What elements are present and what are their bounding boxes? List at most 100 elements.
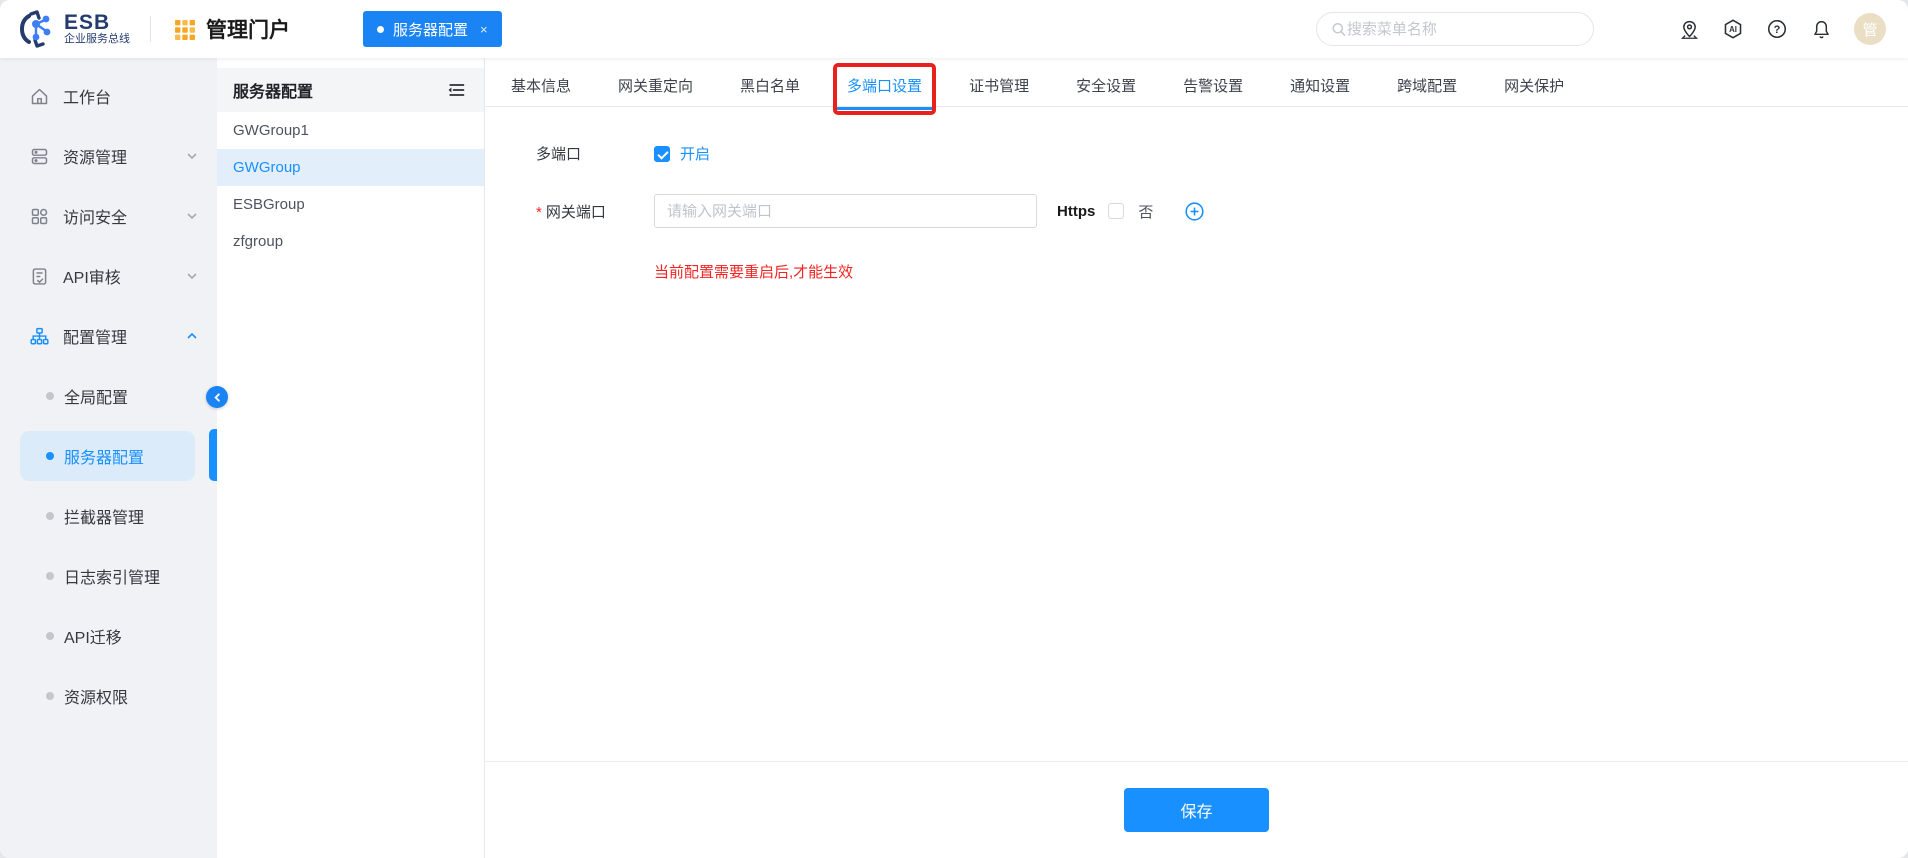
sidebar-item-config-management[interactable]: 配置管理 bbox=[0, 306, 217, 366]
tab-basic-info[interactable]: 基本信息 bbox=[511, 67, 571, 108]
search-input[interactable] bbox=[1347, 21, 1579, 38]
location-icon[interactable] bbox=[1678, 18, 1700, 40]
tab-gateway-redirect[interactable]: 网关重定向 bbox=[618, 67, 693, 108]
portal-block: 管理门户 bbox=[173, 14, 290, 44]
sidebar-subitem-api-migration[interactable]: API迁移 bbox=[0, 606, 217, 666]
brand-logo: ESB 企业服务总线 bbox=[0, 10, 130, 48]
main-content: 基本信息 网关重定向 黑白名单 多端口设置 证书管理 安全设置 告警设置 通知设… bbox=[485, 58, 1908, 858]
sidebar-item-workbench[interactable]: 工作台 bbox=[0, 66, 217, 126]
menu-fold-icon[interactable] bbox=[446, 80, 466, 100]
help-icon[interactable]: ? bbox=[1766, 18, 1788, 40]
gateway-port-label: *网关端口 bbox=[536, 201, 654, 222]
audit-icon bbox=[29, 266, 50, 287]
server-group-item-selected[interactable]: GWGroup bbox=[217, 149, 484, 186]
header-divider bbox=[150, 16, 151, 42]
home-icon bbox=[29, 86, 50, 107]
sidebar-item-resources[interactable]: 资源管理 bbox=[0, 126, 217, 186]
sidebar-item-access-security[interactable]: 访问安全 bbox=[0, 186, 217, 246]
form-footer: 保存 bbox=[485, 761, 1908, 858]
sidebar-subitem-label: 资源权限 bbox=[64, 684, 128, 708]
https-checkbox[interactable] bbox=[1108, 203, 1124, 219]
sidebar: 工作台 资源管理 访问安全 bbox=[0, 58, 217, 858]
svg-text:?: ? bbox=[1774, 24, 1781, 36]
sidebar-subitem-label: 服务器配置 bbox=[64, 444, 144, 468]
header: ESB 企业服务总线 管理门户 服务器配置 × bbox=[0, 0, 1908, 58]
resource-icon bbox=[29, 146, 50, 167]
sidebar-item-label: 访问安全 bbox=[63, 204, 185, 228]
server-group-item[interactable]: zfgroup bbox=[217, 223, 484, 260]
tab-security-settings[interactable]: 安全设置 bbox=[1076, 67, 1136, 108]
tab-gateway-protection[interactable]: 网关保护 bbox=[1504, 67, 1564, 108]
esb-logo-icon bbox=[18, 10, 56, 48]
active-item-indicator bbox=[209, 429, 217, 481]
multiport-enable-label: 开启 bbox=[680, 143, 710, 164]
chevron-down-icon bbox=[185, 269, 199, 283]
tab-cors-config[interactable]: 跨域配置 bbox=[1397, 67, 1457, 108]
tab-close-icon[interactable]: × bbox=[480, 22, 488, 37]
sidebar-subitem-global-config[interactable]: 全局配置 bbox=[0, 366, 217, 426]
multiport-enable-checkbox[interactable] bbox=[654, 146, 670, 162]
search-icon bbox=[1331, 21, 1347, 38]
tab-certificate-management[interactable]: 证书管理 bbox=[969, 67, 1029, 108]
sidebar-subitem-resource-permission[interactable]: 资源权限 bbox=[0, 666, 217, 726]
sidebar-item-label: 资源管理 bbox=[63, 144, 185, 168]
tab-alert-settings[interactable]: 告警设置 bbox=[1183, 67, 1243, 108]
tab-notification-settings[interactable]: 通知设置 bbox=[1290, 67, 1350, 108]
config-icon bbox=[29, 326, 50, 347]
gateway-port-row: *网关端口 Https 否 bbox=[536, 194, 1908, 228]
sidebar-item-label: 配置管理 bbox=[63, 324, 185, 348]
brand-name: ESB bbox=[64, 12, 130, 34]
portal-grid-icon bbox=[173, 17, 197, 41]
sidebar-subitem-log-index-management[interactable]: 日志索引管理 bbox=[0, 546, 217, 606]
chevron-left-icon bbox=[212, 392, 223, 403]
svg-text:AI: AI bbox=[1729, 25, 1737, 34]
server-group-item[interactable]: GWGroup1 bbox=[217, 112, 484, 149]
menu-search[interactable] bbox=[1316, 12, 1594, 46]
sidebar-subitem-server-config[interactable]: 服务器配置 bbox=[0, 426, 217, 486]
https-option-label: 否 bbox=[1138, 201, 1153, 222]
sidebar-collapse-button[interactable] bbox=[206, 386, 228, 408]
active-tab-underline bbox=[835, 107, 934, 110]
brand-subtitle: 企业服务总线 bbox=[64, 34, 130, 46]
tab-blackwhite-list[interactable]: 黑白名单 bbox=[740, 67, 800, 108]
sidebar-subitem-label: 日志索引管理 bbox=[64, 564, 160, 588]
add-port-icon[interactable] bbox=[1184, 201, 1205, 222]
multiport-form: 多端口 开启 *网关端口 Https 否 当前配置需要重启后,才能生效 bbox=[485, 107, 1908, 761]
header-actions: AI ? 管 bbox=[1316, 0, 1886, 58]
multiport-label: 多端口 bbox=[536, 143, 654, 164]
panel-header: 服务器配置 bbox=[217, 68, 484, 112]
open-tab-server-config[interactable]: 服务器配置 × bbox=[363, 11, 502, 47]
sidebar-subitem-label: 全局配置 bbox=[64, 384, 128, 408]
bullet-icon bbox=[46, 452, 54, 460]
bullet-icon bbox=[46, 512, 54, 520]
restart-notice: 当前配置需要重启后,才能生效 bbox=[654, 261, 1908, 282]
chevron-up-icon bbox=[185, 329, 199, 343]
tab-label: 多端口设置 bbox=[847, 78, 922, 95]
server-group-item[interactable]: ESBGroup bbox=[217, 186, 484, 223]
tab-multiport-settings[interactable]: 多端口设置 bbox=[847, 67, 922, 108]
gateway-port-input[interactable] bbox=[654, 194, 1037, 228]
save-button[interactable]: 保存 bbox=[1124, 788, 1269, 832]
settings-tabs: 基本信息 网关重定向 黑白名单 多端口设置 证书管理 安全设置 告警设置 通知设… bbox=[485, 58, 1908, 107]
body: 工作台 资源管理 访问安全 bbox=[0, 58, 1908, 858]
sidebar-item-label: 工作台 bbox=[63, 84, 199, 108]
brand-text: ESB 企业服务总线 bbox=[64, 12, 130, 46]
bullet-icon bbox=[46, 572, 54, 580]
bullet-icon bbox=[46, 632, 54, 640]
app-window: ESB 企业服务总线 管理门户 服务器配置 × bbox=[0, 0, 1908, 858]
sidebar-item-label: API审核 bbox=[63, 264, 185, 288]
bullet-icon bbox=[46, 692, 54, 700]
sidebar-item-api-audit[interactable]: API审核 bbox=[0, 246, 217, 306]
bell-icon[interactable] bbox=[1810, 18, 1832, 40]
user-avatar[interactable]: 管 bbox=[1854, 13, 1886, 45]
server-group-panel: 服务器配置 GWGroup1 GWGroup ESBGroup zfgroup bbox=[217, 58, 485, 858]
https-label: Https bbox=[1057, 203, 1095, 220]
portal-title: 管理门户 bbox=[206, 14, 290, 44]
sidebar-subitem-interceptor-management[interactable]: 拦截器管理 bbox=[0, 486, 217, 546]
sidebar-subitem-label: 拦截器管理 bbox=[64, 504, 144, 528]
sidebar-subitem-label: API迁移 bbox=[64, 624, 122, 648]
ai-icon[interactable]: AI bbox=[1722, 18, 1744, 40]
required-asterisk: * bbox=[536, 204, 542, 221]
open-tab-label: 服务器配置 bbox=[393, 19, 468, 40]
multiport-row: 多端口 开启 bbox=[536, 143, 1908, 164]
